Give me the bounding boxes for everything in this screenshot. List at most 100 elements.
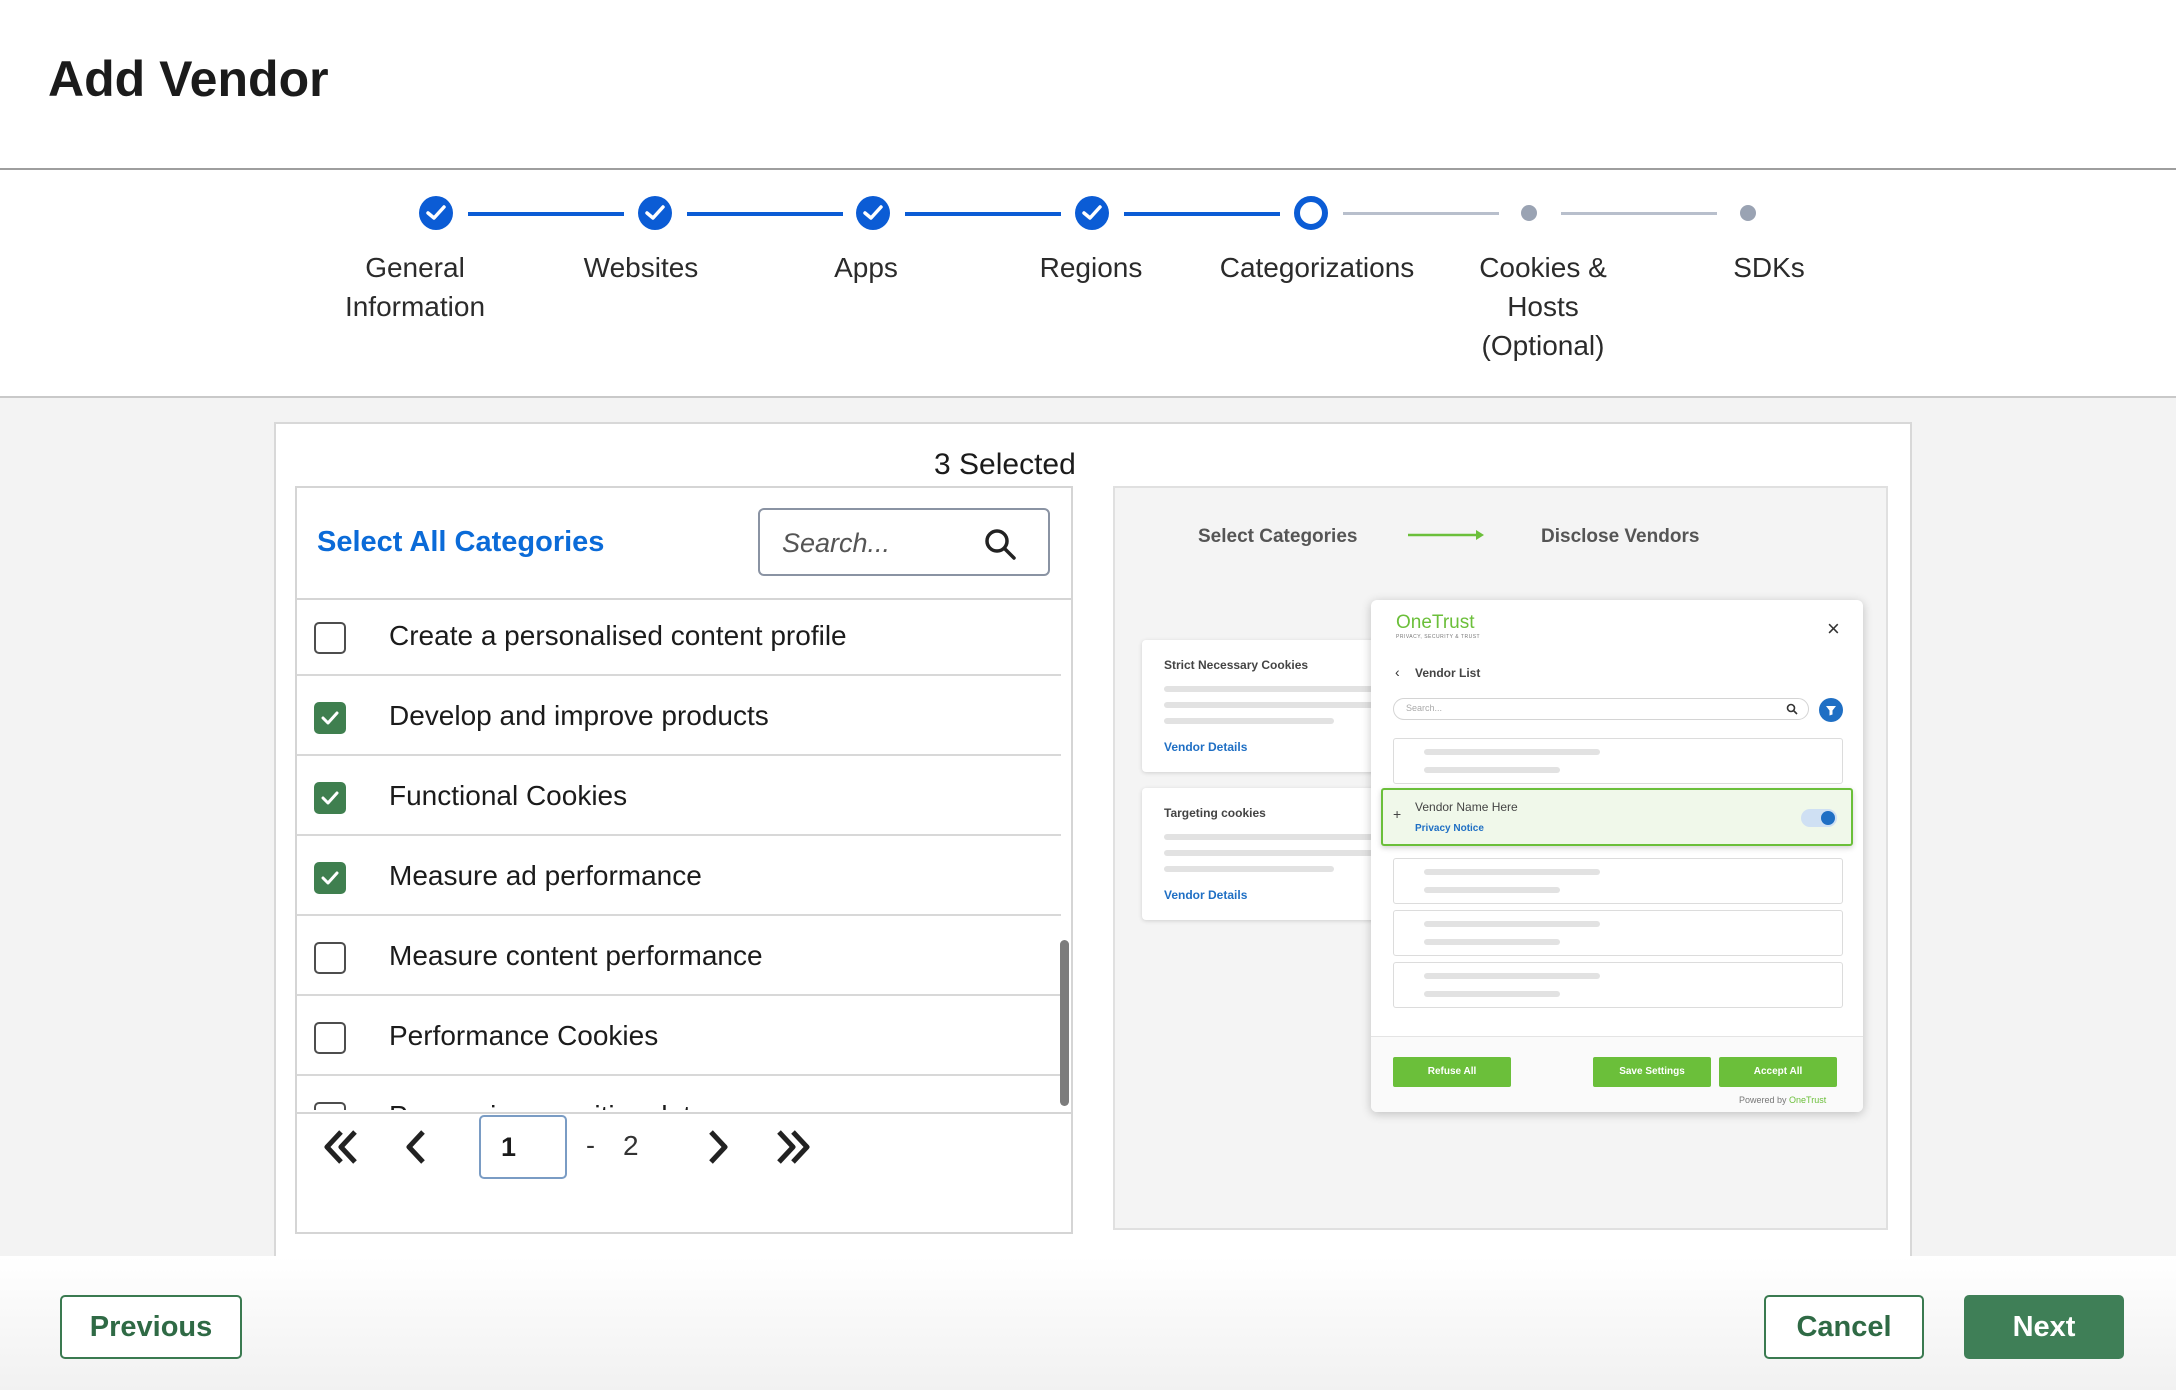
step-general-information[interactable]: General Information (295, 248, 535, 326)
placeholder-line (1164, 834, 1378, 840)
page-number-input[interactable] (479, 1115, 567, 1179)
next-button[interactable]: Next (1964, 1295, 2124, 1359)
select-all-categories-link[interactable]: Select All Categories (317, 526, 604, 559)
chevron-left-icon: ‹ (1395, 664, 1400, 680)
category-search-box[interactable] (758, 508, 1050, 576)
page-separator: - (586, 1130, 595, 1160)
placeholder-line (1424, 991, 1560, 997)
category-label: Functional Cookies (389, 780, 628, 811)
step-connector (468, 212, 624, 216)
powered-by-brand: OneTrust (1789, 1095, 1827, 1105)
placeholder-line (1424, 973, 1600, 979)
step-cookies-hosts[interactable]: Cookies & Hosts (Optional) (1423, 248, 1663, 365)
search-icon (1786, 703, 1798, 715)
step-websites[interactable]: Websites (521, 248, 761, 287)
category-row[interactable]: Develop and improve products (297, 676, 1061, 756)
category-row[interactable]: Processing sensitive data (297, 1076, 1061, 1110)
preview-step-disclose-vendors: Disclose Vendors (1541, 526, 1700, 547)
preview-category-card: Targeting cookies Vendor Details (1142, 788, 1378, 920)
category-label: Measure ad performance (389, 860, 702, 891)
placeholder-line (1424, 921, 1600, 927)
step-apps[interactable]: Apps (746, 248, 986, 287)
step-sdks[interactable]: SDKs (1649, 248, 1889, 287)
checkmark-icon (321, 791, 339, 805)
category-checkbox[interactable] (314, 1022, 346, 1054)
placeholder-line (1424, 767, 1560, 773)
vendor-list-item (1393, 962, 1843, 1008)
filter-icon (1819, 698, 1843, 722)
cancel-button[interactable]: Cancel (1764, 1295, 1924, 1359)
category-checkbox-checked[interactable] (314, 702, 346, 734)
checkmark-icon (321, 711, 339, 725)
category-row[interactable]: Create a personalised content profile (297, 600, 1061, 676)
category-label: Processing sensitive data (389, 1100, 707, 1110)
placeholder-line (1424, 939, 1560, 945)
highlighted-vendor-item: + Vendor Name Here Privacy Notice (1381, 788, 1853, 846)
onetrust-logo: OneTrust (1396, 612, 1475, 633)
privacy-notice-link: Privacy Notice (1415, 823, 1484, 834)
category-row[interactable]: Measure ad performance (297, 836, 1061, 916)
vendor-list-item (1393, 738, 1843, 784)
save-settings-button: Save Settings (1593, 1057, 1711, 1087)
placeholder-line (1164, 718, 1334, 724)
placeholder-line (1424, 749, 1600, 755)
previous-page-icon[interactable] (393, 1122, 443, 1172)
vendor-list-title: Vendor List (1415, 666, 1481, 680)
vendor-list-item (1393, 858, 1843, 904)
category-checkbox[interactable] (314, 1102, 346, 1110)
step-connector (687, 212, 843, 216)
preview-card-title: Targeting cookies (1164, 806, 1266, 820)
step-connector (1124, 212, 1280, 216)
previous-button[interactable]: Previous (60, 1295, 242, 1359)
search-icon[interactable] (983, 527, 1017, 561)
category-label: Create a personalised content profile (389, 620, 847, 651)
step-pending-dot (1521, 205, 1537, 221)
first-page-icon[interactable] (317, 1122, 367, 1172)
category-label: Performance Cookies (389, 1020, 659, 1051)
step-complete-check-icon (638, 196, 672, 230)
checkmark-icon (321, 871, 339, 885)
powered-by-label: Powered by (1739, 1095, 1787, 1105)
step-regions[interactable]: Regions (971, 248, 1211, 287)
powered-by-onetrust: Powered by OneTrust (1739, 1095, 1826, 1105)
category-list-panel: Select All Categories Create a personali… (295, 486, 1073, 1234)
category-search-input[interactable] (782, 524, 982, 562)
placeholder-line (1424, 887, 1560, 893)
category-row[interactable]: Performance Cookies (297, 996, 1061, 1076)
preview-category-card: Strict Necessary Cookies Vendor Details (1142, 640, 1378, 772)
step-complete-check-icon (419, 196, 453, 230)
step-current-indicator (1294, 196, 1328, 230)
next-page-icon[interactable] (691, 1122, 741, 1172)
vendor-search-placeholder: Search... (1406, 703, 1443, 713)
category-checkbox[interactable] (314, 622, 346, 654)
step-connector (905, 212, 1061, 216)
step-categorizations[interactable]: Categorizations (1197, 248, 1437, 287)
category-checkbox-checked[interactable] (314, 782, 346, 814)
placeholder-line (1164, 850, 1378, 856)
progress-stepper: General Information Websites Apps Region… (0, 170, 2176, 398)
preview-vendor-details-link: Vendor Details (1164, 740, 1248, 754)
category-row[interactable]: Measure content performance (297, 916, 1061, 996)
category-row[interactable]: Functional Cookies (297, 756, 1061, 836)
refuse-all-button: Refuse All (1393, 1057, 1511, 1087)
page-title: Add Vendor (48, 51, 329, 107)
category-checkbox-checked[interactable] (314, 862, 346, 894)
preview-card-title: Strict Necessary Cookies (1164, 658, 1309, 672)
plus-icon: + (1393, 806, 1402, 822)
wizard-footer: Previous Cancel Next (0, 1256, 2176, 1390)
list-scrollbar[interactable] (1060, 940, 1069, 1106)
step-complete-check-icon (856, 196, 890, 230)
placeholder-line (1164, 866, 1334, 872)
step-pending-dot (1740, 205, 1756, 221)
close-icon: × (1827, 616, 1840, 641)
vendor-search-field: Search... (1393, 698, 1809, 720)
category-checkbox[interactable] (314, 942, 346, 974)
accept-all-button: Accept All (1719, 1057, 1837, 1087)
last-page-icon[interactable] (767, 1122, 817, 1172)
placeholder-line (1164, 686, 1378, 692)
category-list[interactable]: Create a personalised content profile De… (297, 600, 1071, 1110)
step-complete-check-icon (1075, 196, 1109, 230)
preview-vendor-modal: OneTrust PRIVACY, SECURITY & TRUST × ‹ V… (1371, 600, 1863, 1112)
pagination: - 2 (297, 1112, 1071, 1232)
preview-vendor-details-link: Vendor Details (1164, 888, 1248, 902)
